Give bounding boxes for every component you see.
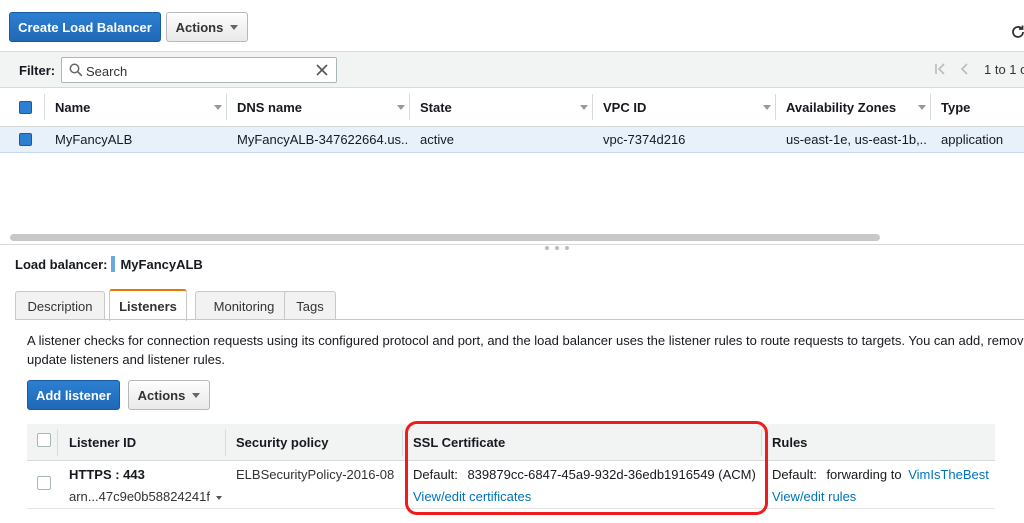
select-all-checkbox[interactable] [19, 101, 32, 114]
refresh-icon[interactable] [1010, 24, 1024, 40]
row-availability-zones: us-east-1e, us-east-1b,... [786, 132, 928, 147]
sort-icon[interactable] [397, 105, 405, 110]
tab-monitoring-label: Monitoring [213, 298, 275, 314]
row-name: MyFancyALB [55, 132, 133, 147]
select-all-listeners-checkbox[interactable] [37, 433, 51, 447]
chevron-down-icon [230, 24, 239, 30]
column-header-name[interactable]: Name [55, 88, 205, 126]
description-line-2: update listeners and listener rules. [27, 352, 226, 367]
tab-tags-label: Tags [296, 298, 324, 314]
listener-arn[interactable]: arn...47c9e0b58824241f [69, 489, 222, 504]
column-header-listener-id[interactable]: Listener ID [69, 435, 136, 450]
column-separator [402, 430, 403, 456]
listener-actions-button[interactable]: Actions [128, 380, 210, 410]
load-balancer-heading: Load balancer: MyFancyALB [15, 256, 203, 272]
listener-arn-text: arn...47c9e0b58824241f [69, 489, 210, 504]
column-header-security-policy[interactable]: Security policy [236, 435, 328, 450]
row-state: active [420, 132, 454, 147]
column-header-vpc-id[interactable]: VPC ID [603, 88, 753, 126]
search-icon [69, 63, 83, 77]
tab-description-label: Description [27, 298, 93, 314]
filter-bar: Filter: 1 to 1 o [0, 51, 1024, 88]
previous-page-icon[interactable] [958, 61, 972, 77]
row-vpc-id: vpc-7374d216 [603, 132, 686, 147]
tabs-underline [15, 319, 1024, 320]
tab-tags[interactable]: Tags [284, 291, 336, 320]
resize-handle[interactable] [545, 246, 569, 250]
caret-down-icon [215, 495, 222, 500]
security-policy-value: ELBSecurityPolicy-2016-08 [236, 467, 395, 482]
row-dns-name: MyFancyALB-347622664.us... [237, 132, 407, 147]
pager-text: 1 to 1 o [984, 61, 1024, 77]
column-separator [226, 94, 227, 120]
rules-target-link[interactable]: VimIsTheBest [908, 467, 989, 482]
pager: 1 to 1 o [934, 61, 1024, 77]
column-separator [592, 94, 593, 120]
sort-icon[interactable] [918, 105, 926, 110]
search-input[interactable] [86, 62, 306, 80]
search-box[interactable] [61, 57, 337, 83]
actions-button[interactable]: Actions [166, 12, 248, 42]
column-header-dns-name[interactable]: DNS name [237, 88, 387, 126]
listener-row-checkbox[interactable] [37, 476, 51, 490]
first-page-icon[interactable] [934, 61, 948, 77]
row-checkbox[interactable] [19, 133, 32, 146]
sort-icon[interactable] [580, 105, 588, 110]
listener-actions-label: Actions [137, 387, 186, 403]
column-separator [225, 430, 226, 456]
tab-description[interactable]: Description [15, 291, 105, 320]
listener-protocol-port: HTTPS : 443 [69, 467, 145, 482]
column-header-state[interactable]: State [420, 88, 570, 126]
rules-default-label: Default: [772, 467, 817, 482]
row-type: application [941, 132, 1004, 147]
sort-icon[interactable] [763, 105, 771, 110]
description-line-1: A listener checks for connection request… [27, 333, 1024, 348]
chevron-down-icon [192, 392, 201, 398]
tab-listeners[interactable]: Listeners [109, 289, 187, 321]
column-separator [409, 94, 410, 120]
column-separator [775, 94, 776, 120]
ssl-certificate-highlight [405, 421, 768, 515]
column-header-type[interactable]: Type [941, 88, 1021, 126]
table-row[interactable]: MyFancyALB MyFancyALB-347622664.us... ac… [0, 127, 1024, 153]
actions-label: Actions [175, 19, 224, 35]
load-balancer-label: Load balancer: [15, 256, 108, 272]
column-header-rules[interactable]: Rules [772, 435, 807, 450]
listeners-description: A listener checks for connection request… [27, 331, 1024, 369]
grid-header: Name DNS name State VPC ID Availability … [0, 88, 1024, 127]
add-listener-label: Add listener [35, 387, 112, 403]
rules-default: Default: forwarding to VimIsTheBest [772, 467, 989, 482]
column-separator [44, 94, 45, 120]
add-listener-button[interactable]: Add listener [27, 380, 120, 410]
create-load-balancer-button[interactable]: Create Load Balancer [9, 12, 161, 42]
horizontal-scrollbar[interactable] [10, 234, 880, 241]
selection-marker [111, 256, 116, 272]
filter-label: Filter: [19, 63, 56, 78]
view-edit-rules-link[interactable]: View/edit rules [772, 489, 856, 504]
load-balancer-name: MyFancyALB [120, 256, 203, 272]
tab-monitoring[interactable]: Monitoring [195, 291, 293, 320]
tab-listeners-label: Listeners [119, 298, 177, 314]
rules-forwarding-text: forwarding to [826, 467, 902, 482]
create-load-balancer-label: Create Load Balancer [18, 19, 152, 35]
close-icon[interactable] [314, 62, 330, 78]
pane-divider [0, 244, 1024, 245]
column-header-availability-zones[interactable]: Availability Zones [786, 88, 916, 126]
sort-icon[interactable] [214, 105, 222, 110]
column-separator [57, 430, 58, 456]
column-separator [930, 94, 931, 120]
